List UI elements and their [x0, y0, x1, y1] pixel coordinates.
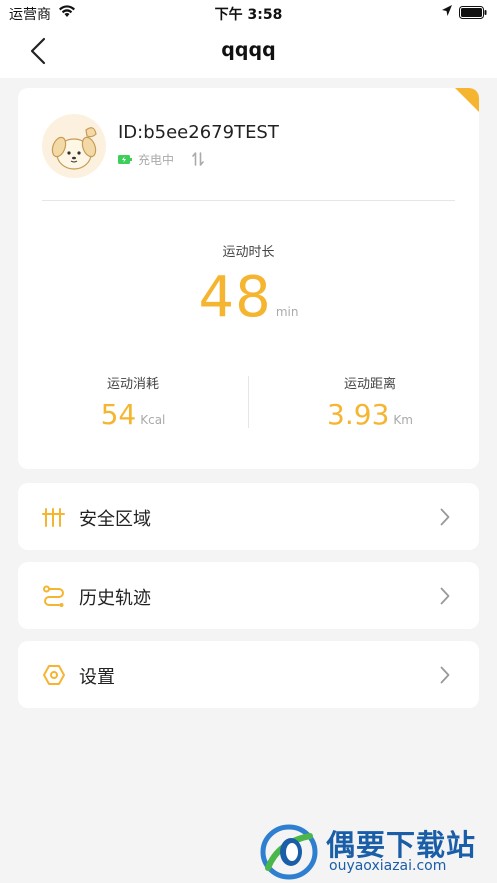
- duration-unit: min: [275, 305, 299, 319]
- device-status-row: 充电中: [118, 151, 204, 167]
- sync-arrows-icon: [192, 152, 204, 166]
- menu-label-history-track: 历史轨迹: [79, 588, 151, 609]
- calories-value: 54: [100, 398, 137, 431]
- page-title: qqqq: [221, 39, 276, 61]
- distance-label: 运动距离: [343, 377, 396, 392]
- location-arrow-icon: [442, 5, 452, 16]
- watermark-logo-icon: [260, 824, 318, 880]
- device-id: ID:b5ee2679TEST: [118, 122, 279, 143]
- status-time: 下午 3:58: [214, 7, 283, 23]
- calories-stat: 运动消耗 54 Kcal: [33, 373, 233, 431]
- device-summary-card: ID:b5ee2679TEST 充电中 运动时长 48 min 运动消耗 54 Kc…: [18, 88, 479, 469]
- charging-battery-icon: [118, 154, 132, 164]
- duration-value: 48: [198, 265, 272, 330]
- settings-hexagon-icon: [43, 665, 65, 685]
- calories-label: 运动消耗: [106, 377, 159, 392]
- dog-avatar-icon: [51, 127, 97, 170]
- chevron-right-icon: [440, 508, 450, 526]
- distance-value: 3.93: [327, 398, 390, 431]
- corner-flag: [455, 88, 479, 112]
- battery-icon: [459, 6, 487, 19]
- history-track-icon: [43, 585, 64, 607]
- duration-label: 运动时长: [222, 245, 275, 260]
- chevron-right-icon: [440, 666, 450, 684]
- navigation-bar: qqqq: [0, 26, 497, 78]
- duration-value-block: 48 min: [18, 265, 479, 330]
- divider: [42, 200, 455, 201]
- menu-item-safe-zone[interactable]: 安全区域: [18, 483, 479, 550]
- menu-label-settings: 设置: [79, 667, 115, 688]
- avatar[interactable]: [42, 114, 106, 178]
- menu-item-settings[interactable]: 设置: [18, 641, 479, 708]
- chevron-right-icon: [440, 587, 450, 605]
- status-bar: 运营商 下午 3:58: [0, 0, 497, 26]
- stat-separator: [248, 376, 249, 428]
- menu-item-history-track[interactable]: 历史轨迹: [18, 562, 479, 629]
- safe-zone-icon: [42, 508, 65, 527]
- menu-label-safe-zone: 安全区域: [79, 509, 151, 530]
- charging-status: 充电中: [138, 152, 175, 167]
- distance-unit: Km: [393, 413, 413, 427]
- watermark-url: ouyaoxiazai.com: [329, 858, 447, 874]
- calories-unit: Kcal: [140, 413, 166, 427]
- distance-stat: 运动距离 3.93 Km: [270, 373, 470, 431]
